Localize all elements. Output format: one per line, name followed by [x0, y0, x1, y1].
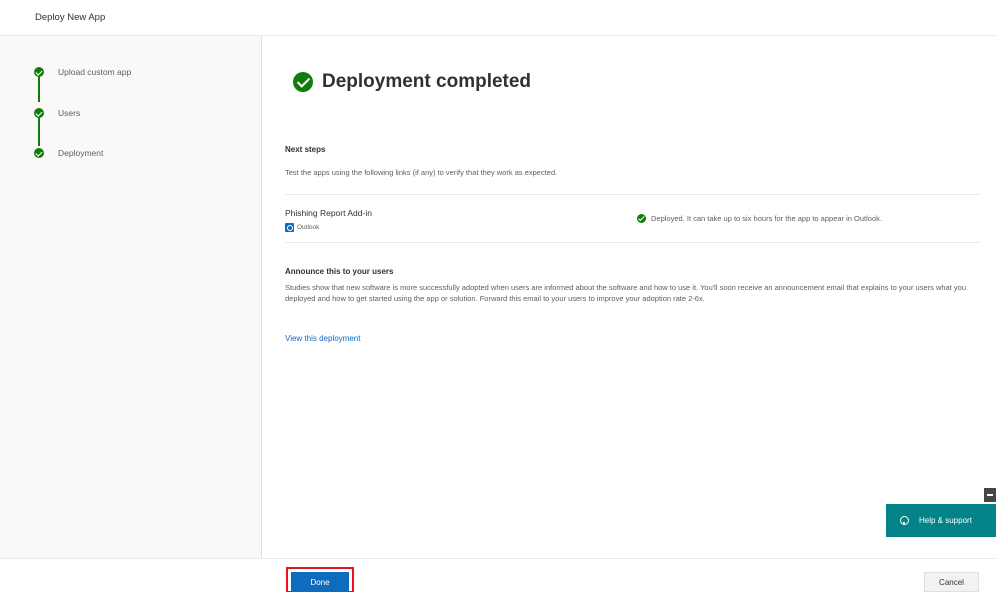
deployment-status: Deployed. It can take up to six hours fo… [637, 214, 882, 223]
announce-body: Studies show that new software is more s… [285, 283, 966, 303]
check-circle-icon [34, 108, 44, 118]
step-label: Users [58, 108, 81, 118]
wizard-steps-sidebar: Upload custom app Users Deployment [0, 36, 262, 558]
check-circle-icon [293, 72, 313, 92]
divider [285, 194, 980, 195]
check-circle-icon [34, 67, 44, 77]
panel-header: Deploy New App [0, 0, 996, 36]
check-circle-icon [637, 214, 646, 223]
step-users[interactable]: Users [34, 108, 80, 118]
status-text: Deployed. It can take up to six hours fo… [651, 214, 882, 223]
minimize-button[interactable] [984, 488, 996, 502]
step-label: Deployment [58, 148, 104, 158]
main-content: Deployment completed Next steps Test the… [263, 36, 996, 558]
divider [285, 242, 980, 243]
next-steps-description: Test the apps using the following links … [285, 168, 558, 177]
step-label: Upload custom app [58, 67, 132, 77]
cancel-button[interactable]: Cancel [924, 572, 979, 592]
step-upload-custom-app[interactable]: Upload custom app [34, 67, 131, 77]
done-button[interactable]: Done [291, 572, 349, 592]
view-deployment-link[interactable]: View this deployment [285, 334, 360, 343]
app-name: Phishing Report Add-in [285, 208, 372, 218]
app-platform: Outlook [285, 223, 319, 232]
help-label: Help & support [919, 516, 972, 525]
check-circle-icon [34, 148, 44, 158]
step-connector [38, 116, 40, 146]
outlook-icon [285, 223, 294, 232]
page-heading: Deployment completed [293, 71, 531, 93]
platform-label: Outlook [297, 224, 320, 231]
page-title: Deployment completed [322, 71, 532, 92]
step-deployment[interactable]: Deployment [34, 148, 103, 158]
help-icon [900, 516, 909, 525]
help-support-button[interactable]: Help & support [886, 504, 996, 537]
panel-title: Deploy New App [35, 12, 106, 23]
next-steps-title: Next steps [285, 145, 326, 154]
announce-title: Announce this to your users [285, 267, 394, 276]
panel-footer [0, 558, 996, 592]
